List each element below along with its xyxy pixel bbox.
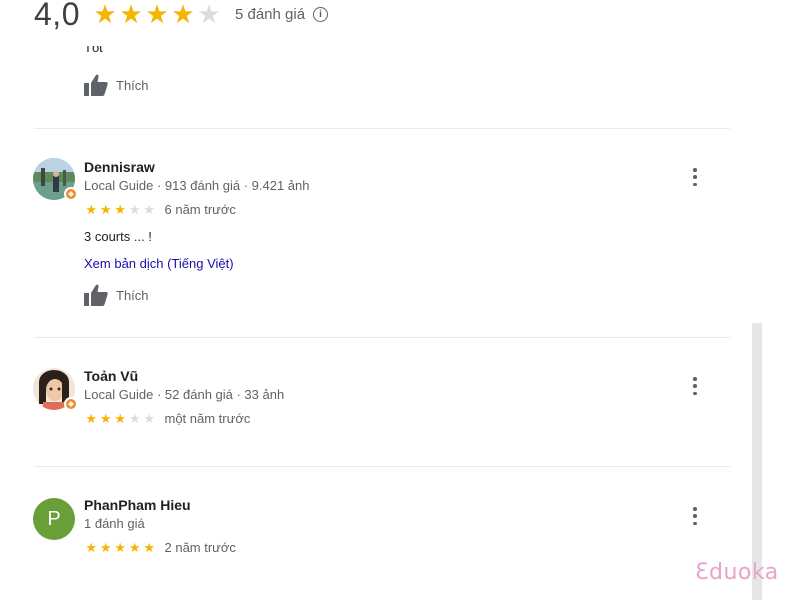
info-icon[interactable]: i xyxy=(313,6,329,22)
star-icon: ★ xyxy=(99,410,112,426)
star-icon: ★ xyxy=(197,0,221,29)
thumbs-up-icon xyxy=(84,74,108,96)
review-time: 6 năm trước xyxy=(164,202,236,217)
like-button[interactable]: Thích xyxy=(84,284,149,306)
star-icon: ★ xyxy=(119,0,143,29)
divider xyxy=(34,128,730,129)
divider xyxy=(34,466,730,467)
average-score: 4,0 xyxy=(34,0,80,32)
star-icon: ★ xyxy=(85,410,98,426)
review-time: một năm trước xyxy=(164,411,251,426)
star-icon: ★ xyxy=(99,539,112,555)
thumbs-up-icon xyxy=(84,284,108,306)
reviewer-avatar[interactable] xyxy=(33,158,78,202)
review-text: 3 courts ... ! xyxy=(84,229,152,244)
reviewer-name[interactable]: PhanPham Hieu xyxy=(84,497,191,513)
review-rating: ★ ★ ★ ★ ★ 6 năm trước xyxy=(84,202,236,217)
star-icon: ★ xyxy=(85,539,98,555)
review-text: Tốt xyxy=(84,40,103,55)
reviewer-avatar[interactable] xyxy=(33,368,78,412)
divider xyxy=(34,337,730,338)
reviewer-meta[interactable]: Local Guide · 913 đánh giá · 9.421 ảnh xyxy=(84,178,310,193)
star-icon: ★ xyxy=(99,201,112,217)
star-icon: ★ xyxy=(143,410,156,426)
more-options-icon[interactable] xyxy=(690,377,700,395)
star-icon: ★ xyxy=(143,539,156,555)
like-label: Thích xyxy=(116,287,149,303)
average-stars: ★ ★ ★ ★ ★ xyxy=(92,1,222,27)
review-rating: ★ ★ ★ ★ ★ 2 năm trước xyxy=(84,540,236,555)
star-icon: ★ xyxy=(128,410,141,426)
scrollbar[interactable] xyxy=(752,323,762,600)
star-icon: ★ xyxy=(114,539,127,555)
star-icon: ★ xyxy=(128,201,141,217)
reviewer-avatar[interactable]: P xyxy=(33,498,75,540)
reviewer-meta[interactable]: Local Guide · 52 đánh giá · 33 ảnh xyxy=(84,387,284,402)
more-options-icon[interactable] xyxy=(690,168,700,186)
review-time: 2 năm trước xyxy=(164,540,236,555)
star-icon: ★ xyxy=(85,201,98,217)
reviewer-name[interactable]: Toản Vũ xyxy=(84,368,138,384)
star-icon: ★ xyxy=(171,0,195,29)
like-button[interactable]: Thích xyxy=(84,74,149,96)
local-guide-badge-icon xyxy=(64,397,78,411)
more-options-icon[interactable] xyxy=(690,507,700,525)
local-guide-badge-icon xyxy=(64,187,78,201)
watermark-logo: Ɛduoka xyxy=(695,560,779,585)
translate-link[interactable]: Xem bản dịch (Tiếng Việt) xyxy=(84,256,234,271)
reviewer-meta[interactable]: 1 đánh giá xyxy=(84,516,145,531)
like-label: Thích xyxy=(116,77,149,93)
star-icon: ★ xyxy=(114,410,127,426)
star-icon: ★ xyxy=(93,0,117,29)
reviewer-name[interactable]: Dennisraw xyxy=(84,159,155,175)
star-icon: ★ xyxy=(128,539,141,555)
rating-summary: 4,0 ★ ★ ★ ★ ★ 5 đánh giá i xyxy=(34,0,329,34)
review-rating: ★ ★ ★ ★ ★ một năm trước xyxy=(84,411,250,426)
reviews-panel: 4,0 ★ ★ ★ ★ ★ 5 đánh giá i Tốt Thích Den… xyxy=(0,0,800,600)
star-icon: ★ xyxy=(145,0,169,29)
star-icon: ★ xyxy=(143,201,156,217)
review-count-link[interactable]: 5 đánh giá xyxy=(235,6,305,23)
star-icon: ★ xyxy=(114,201,127,217)
